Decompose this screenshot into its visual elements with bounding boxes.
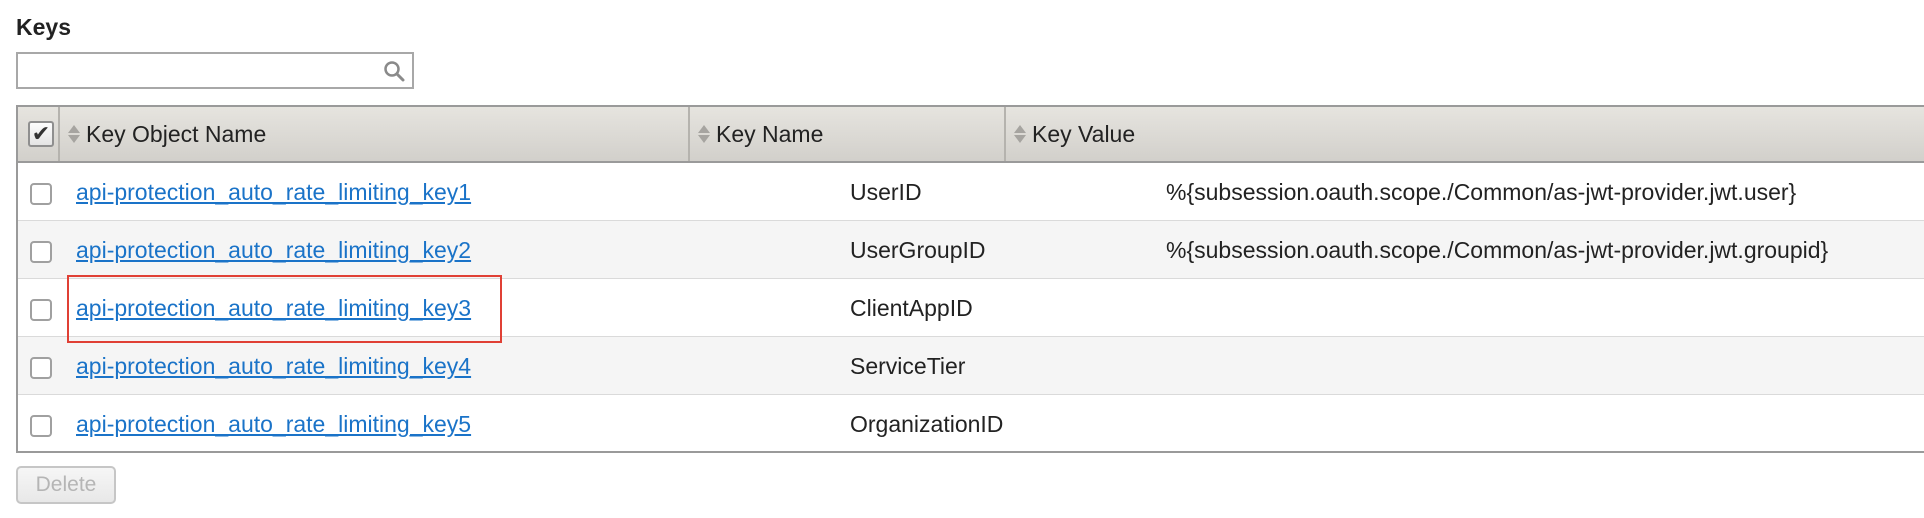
select-all-checkbox[interactable]: ✔	[28, 121, 54, 147]
table-header: ✔ Key Object Name Key Name Key Value	[18, 107, 1924, 163]
table-row: api-protection_auto_rate_limiting_key2 U…	[18, 221, 1924, 279]
column-header-key-value[interactable]: Key Value	[1004, 107, 1924, 161]
key-name-cell: UserID	[850, 179, 922, 205]
key-name-cell: ClientAppID	[850, 295, 973, 321]
key-name-cell: ServiceTier	[850, 353, 966, 379]
table-row: api-protection_auto_rate_limiting_key5 O…	[18, 395, 1924, 451]
key-object-link[interactable]: api-protection_auto_rate_limiting_key5	[76, 395, 471, 451]
column-label: Key Value	[1032, 120, 1136, 147]
row-checkbox[interactable]	[30, 415, 52, 437]
select-all-cell: ✔	[18, 107, 58, 161]
sort-icon	[68, 124, 80, 144]
section-title: Keys	[16, 14, 71, 40]
key-object-link[interactable]: api-protection_auto_rate_limiting_key3	[76, 279, 471, 337]
column-label: Key Name	[716, 120, 824, 147]
key-object-link[interactable]: api-protection_auto_rate_limiting_key1	[76, 163, 471, 221]
table-row: api-protection_auto_rate_limiting_key1 U…	[18, 163, 1924, 221]
key-value-cell: %{subsession.oauth.scope./Common/as-jwt-…	[1166, 237, 1829, 263]
keys-table: ✔ Key Object Name Key Name Key Value api…	[16, 105, 1924, 453]
row-checkbox[interactable]	[30, 357, 52, 379]
row-checkbox[interactable]	[30, 241, 52, 263]
row-checkbox[interactable]	[30, 183, 52, 205]
table-row: api-protection_auto_rate_limiting_key4 S…	[18, 337, 1924, 395]
column-header-key-name[interactable]: Key Name	[688, 107, 1004, 161]
key-name-cell: OrganizationID	[850, 411, 1004, 437]
row-checkbox[interactable]	[30, 299, 52, 321]
key-name-cell: UserGroupID	[850, 237, 986, 263]
search-field[interactable]	[16, 52, 414, 89]
search-input[interactable]	[18, 54, 384, 87]
delete-button[interactable]: Delete	[16, 466, 116, 504]
column-header-key-object-name[interactable]: Key Object Name	[58, 107, 688, 161]
keys-panel: Keys ✔ Key Object Name Key Name Key Valu…	[0, 0, 1924, 518]
table-row: api-protection_auto_rate_limiting_key3 C…	[18, 279, 1924, 337]
search-icon[interactable]	[382, 59, 406, 83]
sort-icon	[1014, 124, 1026, 144]
key-value-cell: %{subsession.oauth.scope./Common/as-jwt-…	[1166, 179, 1797, 205]
key-object-link[interactable]: api-protection_auto_rate_limiting_key2	[76, 221, 471, 279]
column-label: Key Object Name	[86, 120, 267, 147]
sort-icon	[698, 124, 710, 144]
key-object-link[interactable]: api-protection_auto_rate_limiting_key4	[76, 337, 471, 395]
